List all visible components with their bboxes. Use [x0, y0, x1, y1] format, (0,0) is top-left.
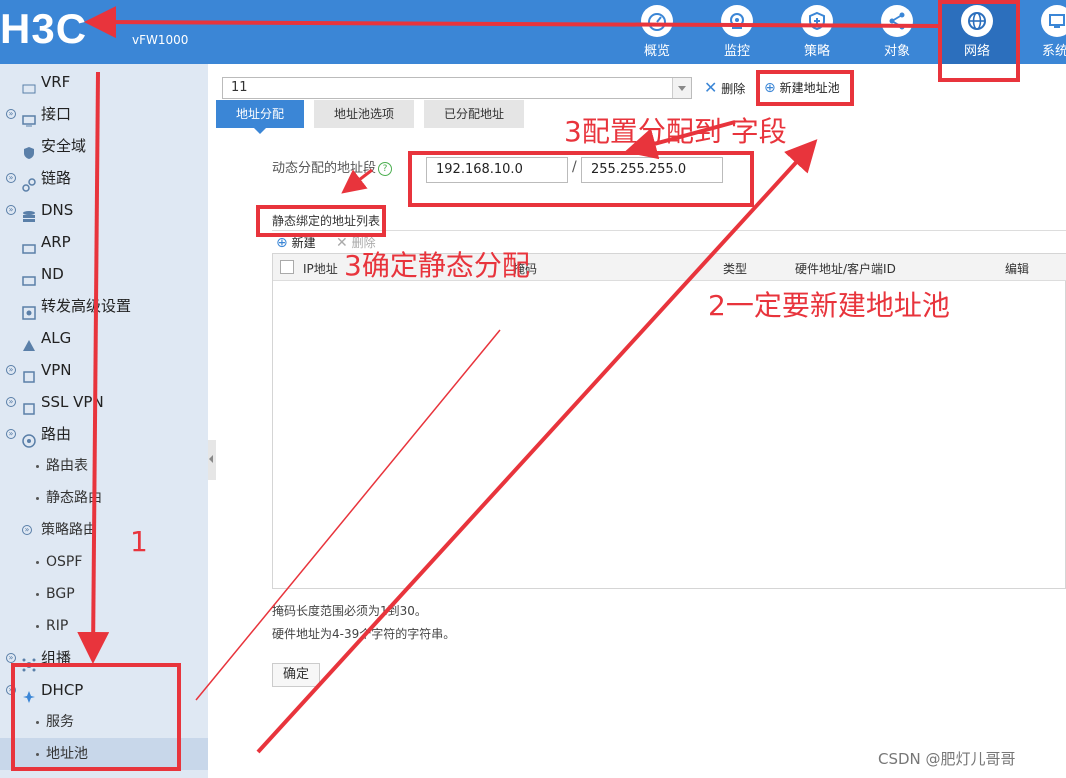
annotation-arrows [77, 6, 941, 754]
annotation-text-new-pool: 2一定要新建地址池 [708, 289, 950, 322]
annotation-text-step-1: 1 [130, 525, 148, 558]
arrow-to-dhcp [77, 71, 110, 664]
arrow-to-static-title [341, 168, 373, 194]
arrow-thin [195, 329, 501, 701]
arrow-to-logo [84, 6, 941, 39]
annotation-text-confirm-static: 3确定静态分配 [344, 249, 530, 282]
watermark: CSDN @肥灯儿哥哥 [878, 750, 1016, 768]
annotation-text-configure-range: 3配置分配到 字段 [564, 115, 787, 148]
arrow-to-new-pool [256, 139, 818, 754]
